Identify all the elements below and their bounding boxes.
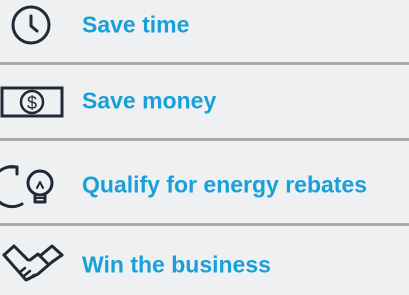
divider	[0, 62, 409, 65]
benefits-list: Save time $ Save money Qualify for energ…	[0, 0, 409, 295]
benefit-item-energy-rebates: Qualify for energy rebates	[0, 160, 409, 210]
lightbulb-cycle-icon	[0, 160, 66, 210]
benefit-item-save-money: $ Save money	[0, 76, 409, 126]
divider	[0, 138, 409, 141]
benefit-item-save-time: Save time	[0, 0, 409, 50]
benefit-label: Save money	[82, 87, 217, 114]
clock-icon	[0, 0, 66, 50]
benefit-label: Save time	[82, 11, 190, 38]
benefit-item-win-business: Win the business	[0, 240, 409, 290]
benefit-label: Qualify for energy rebates	[82, 171, 368, 198]
handshake-icon	[0, 240, 66, 290]
benefit-label: Win the business	[82, 251, 271, 278]
svg-text:$: $	[27, 93, 37, 113]
dollar-bill-icon: $	[0, 76, 66, 126]
divider	[0, 223, 409, 226]
